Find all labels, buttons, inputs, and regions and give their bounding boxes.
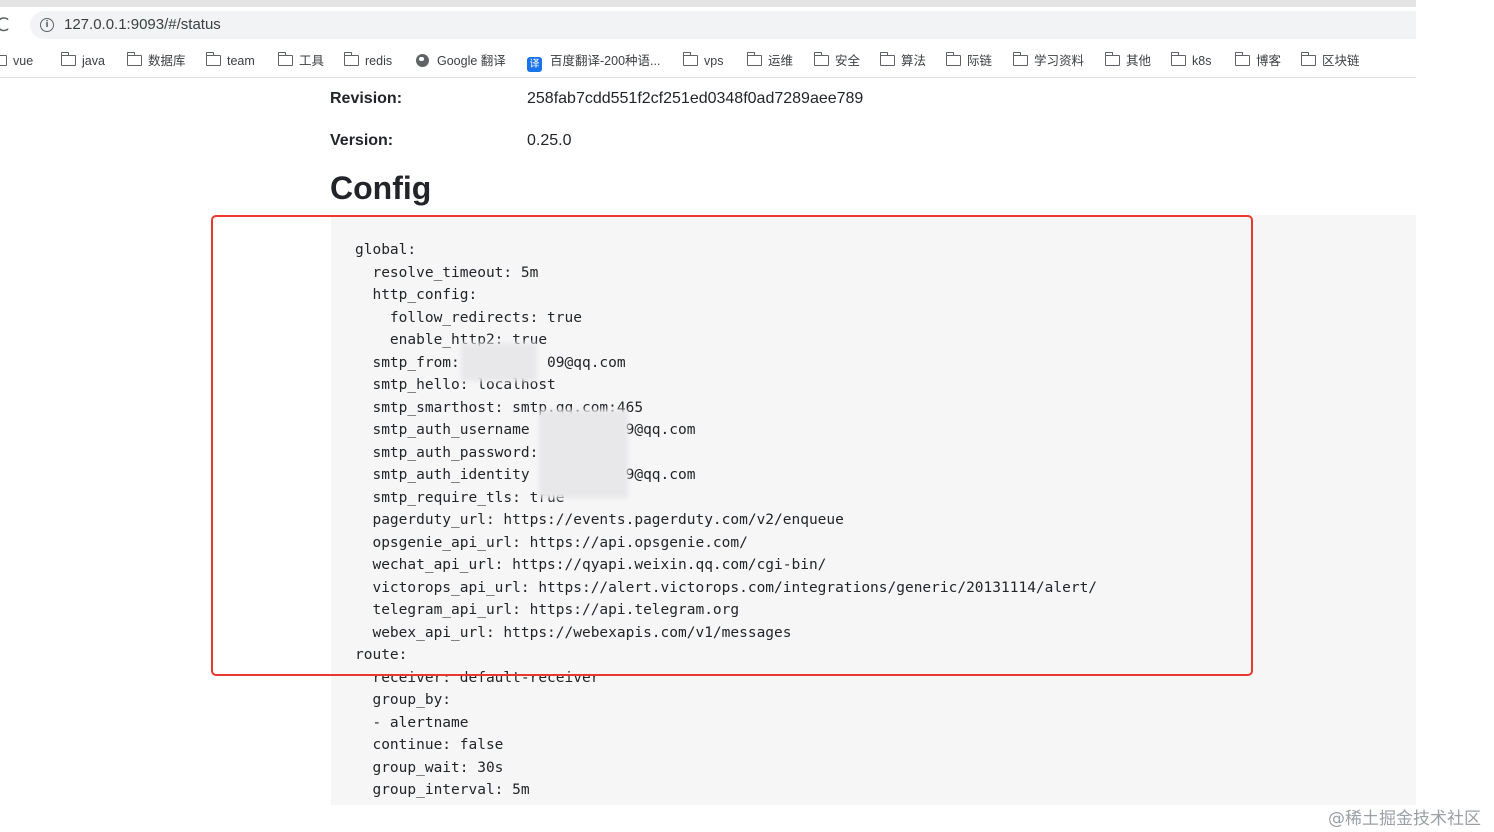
config-heading: Config bbox=[330, 170, 432, 206]
folder-icon bbox=[1170, 52, 1186, 66]
bookmark-label: java bbox=[82, 54, 105, 68]
folder-icon bbox=[277, 52, 293, 66]
globe-icon bbox=[416, 54, 429, 67]
bookmark-team[interactable]: team bbox=[205, 52, 255, 70]
bookmark-label: vue bbox=[13, 54, 34, 68]
page: C i 127.0.0.1:9093/#/status vue java 数据库… bbox=[0, 0, 1494, 832]
bookmark-label: k8s bbox=[1192, 54, 1212, 68]
bookmark-label: 百度翻译-200种语... bbox=[550, 54, 661, 68]
folder-icon bbox=[879, 52, 895, 66]
redaction-patch bbox=[461, 343, 537, 381]
address-bar[interactable]: i 127.0.0.1:9093/#/status bbox=[30, 11, 1416, 39]
bookmark-vps[interactable]: vps bbox=[682, 52, 724, 70]
folder-icon bbox=[343, 52, 359, 66]
bookmark-algorithms[interactable]: 算法 bbox=[879, 52, 927, 70]
redaction-patch bbox=[539, 410, 628, 498]
bookmark-database[interactable]: 数据库 bbox=[126, 52, 186, 70]
config-yaml: global: resolve_timeout: 5m http_config:… bbox=[355, 242, 1098, 798]
bookmark-label: 算法 bbox=[901, 54, 927, 68]
folder-icon bbox=[945, 52, 961, 66]
reload-icon[interactable]: C bbox=[0, 15, 14, 35]
version-value: 0.25.0 bbox=[527, 132, 572, 149]
bookmark-ops[interactable]: 运维 bbox=[746, 52, 794, 70]
bookmark-k8s[interactable]: k8s bbox=[1170, 52, 1212, 70]
folder-icon bbox=[1012, 52, 1028, 66]
bookmark-security[interactable]: 安全 bbox=[813, 52, 861, 70]
bookmark-links[interactable]: 际链 bbox=[945, 52, 993, 70]
bookmark-baidu-translate[interactable]: 译百度翻译-200种语... bbox=[527, 52, 661, 72]
bookmark-blockchain[interactable]: 区块链 bbox=[1300, 52, 1360, 70]
folder-icon bbox=[205, 52, 221, 66]
bookmark-label: 学习资料 bbox=[1034, 54, 1085, 68]
bookmark-learning[interactable]: 学习资料 bbox=[1012, 52, 1085, 70]
bookmark-java[interactable]: java bbox=[60, 52, 105, 70]
version-label: Version: bbox=[330, 132, 394, 149]
bookmark-label: Google 翻译 bbox=[437, 54, 506, 68]
bookmark-label: 工具 bbox=[299, 54, 325, 68]
bookmark-label: 际链 bbox=[967, 54, 993, 68]
bookmark-tools[interactable]: 工具 bbox=[277, 52, 325, 70]
bookmark-label: team bbox=[227, 54, 255, 68]
folder-icon bbox=[126, 52, 142, 66]
folder-icon bbox=[1300, 52, 1316, 66]
browser-tab-strip bbox=[0, 0, 1416, 7]
bookmark-label: 数据库 bbox=[148, 54, 186, 68]
folder-icon bbox=[813, 52, 829, 66]
bookmark-vue[interactable]: vue bbox=[0, 52, 33, 70]
bookmark-google-translate[interactable]: Google 翻译 bbox=[416, 52, 506, 70]
bookmark-label: vps bbox=[704, 54, 724, 68]
bookmark-label: 运维 bbox=[768, 54, 794, 68]
bookmark-other[interactable]: 其他 bbox=[1104, 52, 1152, 70]
folder-icon bbox=[746, 52, 762, 66]
bookmark-blog[interactable]: 博客 bbox=[1234, 52, 1282, 70]
info-icon[interactable]: i bbox=[40, 18, 54, 32]
bookmark-redis[interactable]: redis bbox=[343, 52, 393, 70]
translate-icon: 译 bbox=[527, 57, 542, 72]
folder-icon bbox=[0, 55, 7, 66]
url-text[interactable]: 127.0.0.1:9093/#/status bbox=[64, 16, 221, 34]
folder-icon bbox=[1104, 52, 1120, 66]
bookmark-label: 区块链 bbox=[1322, 54, 1360, 68]
folder-icon bbox=[682, 52, 698, 66]
browser-toolbar: C i 127.0.0.1:9093/#/status bbox=[0, 7, 1416, 43]
revision-label: Revision: bbox=[330, 90, 403, 107]
bookmark-label: redis bbox=[365, 54, 393, 68]
bookmark-label: 安全 bbox=[835, 54, 861, 68]
folder-icon bbox=[1234, 52, 1250, 66]
bookmarks-bar: vue java 数据库 team 工具 redis Google 翻译 译百度… bbox=[0, 43, 1416, 78]
bookmark-label: 其他 bbox=[1126, 54, 1152, 68]
revision-value: 258fab7cdd551f2cf251ed0348f0ad7289aee789 bbox=[527, 90, 864, 107]
watermark: @稀土掘金技术社区 bbox=[1328, 809, 1481, 829]
bookmark-label: 博客 bbox=[1256, 54, 1282, 68]
folder-icon bbox=[60, 52, 76, 66]
